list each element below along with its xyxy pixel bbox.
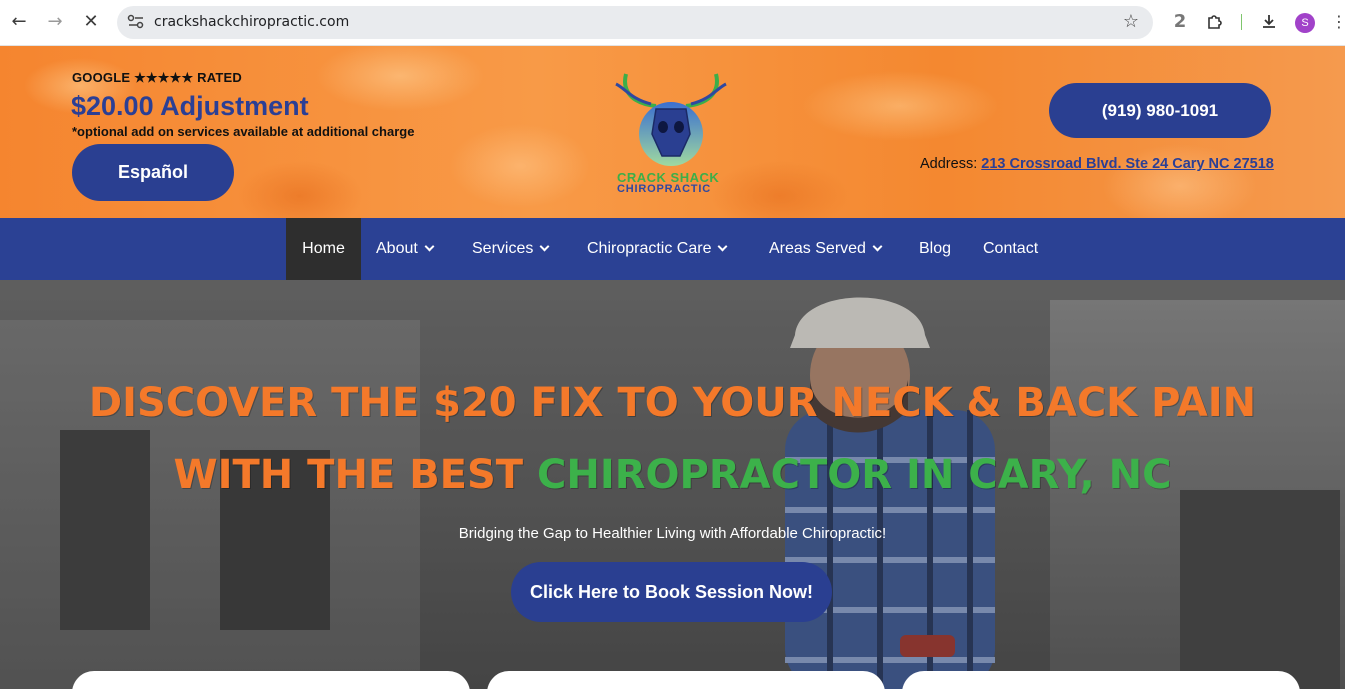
nav-home-label: Home xyxy=(302,240,345,257)
google-rated-text: GOOGLE ★★★★★ RATED xyxy=(72,70,242,85)
download-icon[interactable] xyxy=(1258,10,1280,34)
price-heading: $20.00 Adjustment xyxy=(71,91,309,121)
logo-text-chiropractic: CHIROPRACTIC xyxy=(617,183,711,195)
phone-button[interactable]: (919) 980-1091 xyxy=(1049,83,1271,138)
address-bar[interactable]: crackshackchiropractic.com ☆ xyxy=(117,6,1153,39)
nav-chiropractic-care[interactable]: Chiropractic Care xyxy=(587,218,728,280)
back-icon[interactable]: ← xyxy=(7,10,31,34)
address-line: Address: 213 Crossroad Blvd. Ste 24 Cary… xyxy=(920,156,1274,172)
nav-about[interactable]: About xyxy=(376,218,435,280)
extensions-puzzle-icon[interactable] xyxy=(1204,10,1226,34)
nav-services[interactable]: Services xyxy=(472,218,550,280)
address-label: Address: xyxy=(920,156,978,172)
hero-subheading: Bridging the Gap to Healthier Living wit… xyxy=(458,525,887,542)
site-header: GOOGLE ★★★★★ RATED $20.00 Adjustment *op… xyxy=(0,46,1345,218)
chevron-down-icon xyxy=(539,241,550,252)
menu-kebab-icon[interactable]: ⋮ xyxy=(1331,10,1345,34)
nav-blog[interactable]: Blog xyxy=(919,218,951,280)
profile-avatar[interactable]: S xyxy=(1295,13,1315,33)
feature-card[interactable] xyxy=(72,671,470,689)
forward-icon[interactable]: → xyxy=(43,10,67,34)
hero-headline-green: CHIROPRACTOR IN CARY, NC xyxy=(537,452,1172,498)
nav-about-label: About xyxy=(376,240,418,257)
chevron-down-icon xyxy=(872,241,883,252)
nav-areas-served-label: Areas Served xyxy=(769,240,866,257)
nav-chiropractic-care-label: Chiropractic Care xyxy=(587,240,712,257)
hero-headline-line2: WITH THE BEST CHIROPRACTOR IN CARY, NC xyxy=(0,452,1345,498)
main-navigation: Home About Services Chiropractic Care Ar… xyxy=(0,218,1345,280)
feature-card[interactable] xyxy=(487,671,885,689)
chevron-down-icon xyxy=(718,241,728,252)
hero-section: DISCOVER THE $20 FIX TO YOUR NECK & BACK… xyxy=(0,280,1345,689)
toolbar-separator xyxy=(1241,14,1242,30)
stop-loading-icon[interactable]: ✕ xyxy=(79,10,103,34)
nav-contact[interactable]: Contact xyxy=(983,218,1038,280)
address-link[interactable]: 213 Crossroad Blvd. Ste 24 Cary NC 27518 xyxy=(981,156,1274,172)
espanol-button[interactable]: Español xyxy=(72,144,234,201)
nav-blog-label: Blog xyxy=(919,240,952,257)
book-session-button[interactable]: Click Here to Book Session Now! xyxy=(511,562,832,622)
bookmark-star-icon[interactable]: ☆ xyxy=(1123,11,1139,32)
hero-headline-line1: DISCOVER THE $20 FIX TO YOUR NECK & BACK… xyxy=(88,380,1257,426)
browser-toolbar: ← → ✕ crackshackchiropractic.com ☆ 2 S ⋮ xyxy=(0,0,1345,46)
hero-headline-orange: WITH THE BEST xyxy=(173,452,538,498)
nav-contact-label: Contact xyxy=(983,240,1039,257)
extension-badge[interactable]: 2 xyxy=(1170,10,1190,34)
site-info-icon[interactable] xyxy=(127,14,145,30)
price-note: *optional add on services available at a… xyxy=(72,124,415,139)
feature-card[interactable] xyxy=(902,671,1300,689)
nav-home[interactable]: Home xyxy=(286,218,361,280)
nav-areas-served[interactable]: Areas Served xyxy=(769,218,883,280)
chevron-down-icon xyxy=(424,241,435,252)
nav-services-label: Services xyxy=(472,240,534,257)
url-text[interactable]: crackshackchiropractic.com xyxy=(154,14,349,30)
